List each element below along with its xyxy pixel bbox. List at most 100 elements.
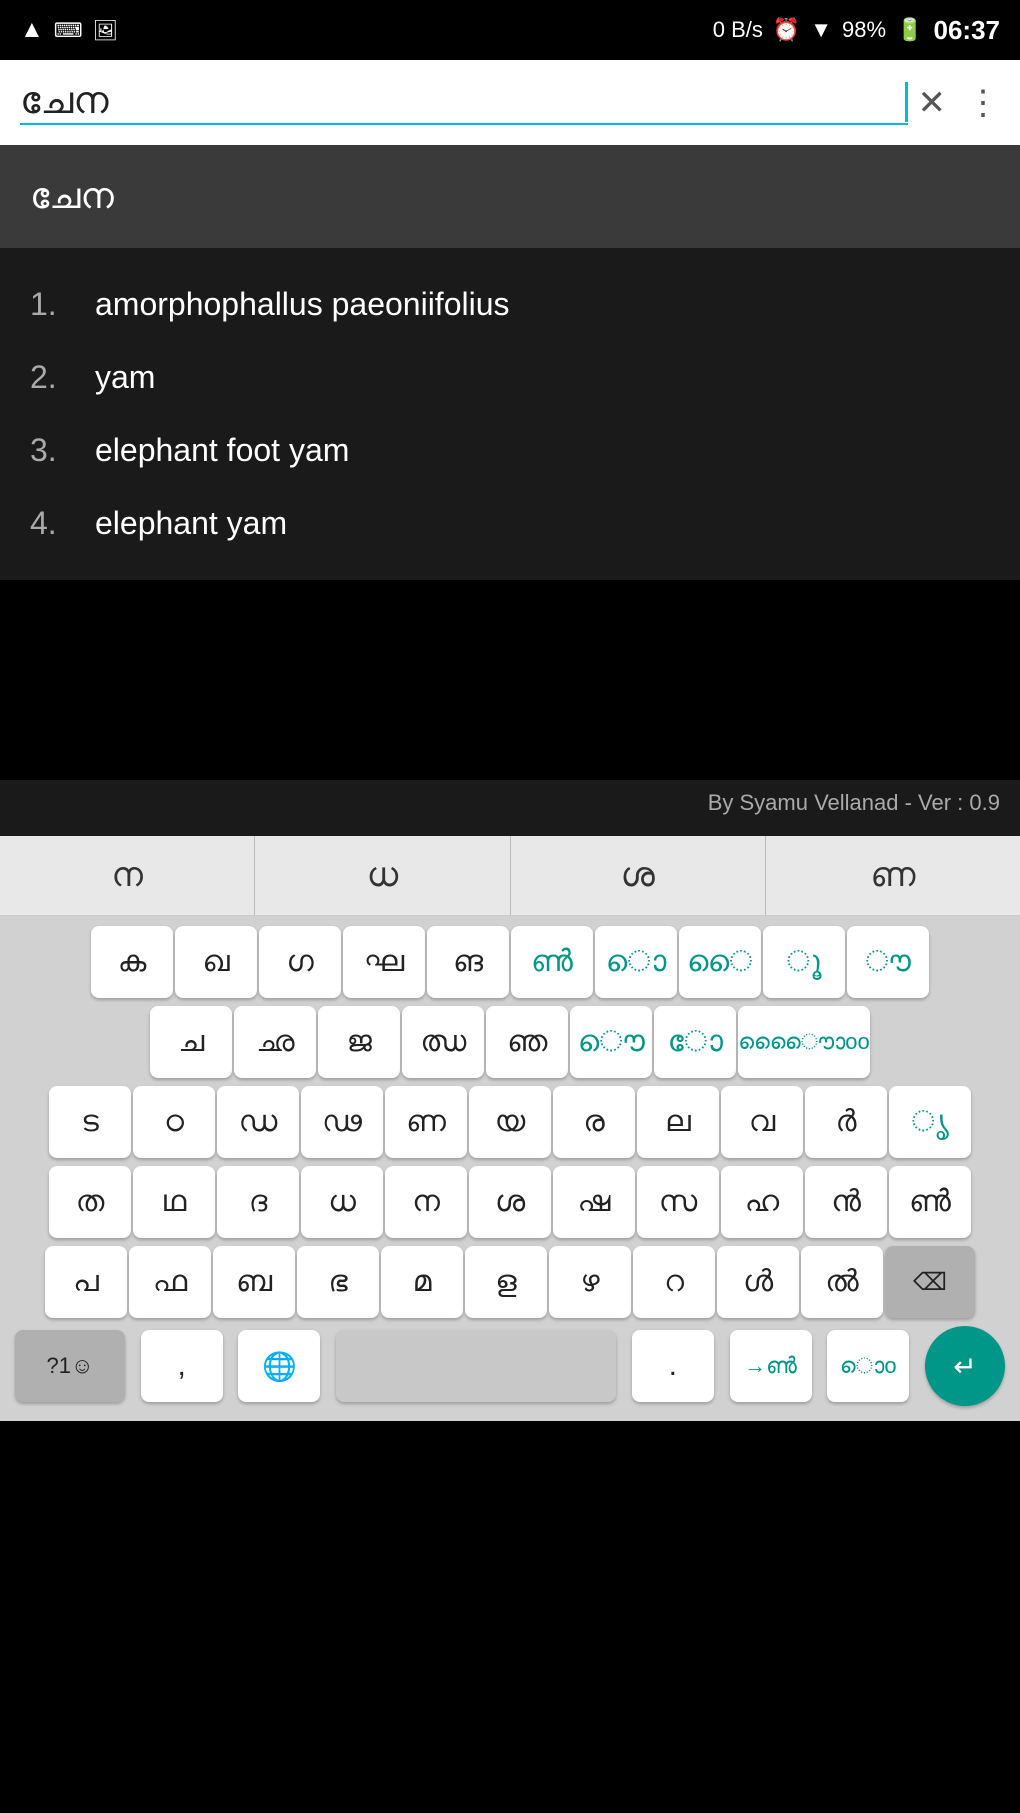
key-oo-matra[interactable]: ോ: [654, 1006, 736, 1078]
status-bar: ▲ ⌨ 🖼 0 B/s ⏰ ▼ 98% 🔋 06:37: [0, 0, 1020, 60]
watermark: By Syamu Vellanad - Ver : 0.9: [0, 780, 1020, 836]
key-dha[interactable]: ധ: [301, 1166, 383, 1238]
alarm-icon: ⏰: [773, 17, 800, 43]
key-na[interactable]: ന: [385, 1166, 467, 1238]
key-cha[interactable]: ഛ: [234, 1006, 316, 1078]
key-row-4: ത ഥ ദ ധ ന ശ ഷ സ ഹ ൻ ൺ: [5, 1166, 1015, 1238]
result-number-2: 2.: [30, 359, 85, 396]
key-chillu-n[interactable]: ൺ: [511, 926, 593, 998]
search-input[interactable]: ചേന: [20, 80, 903, 123]
key-ba[interactable]: ബ: [213, 1246, 295, 1318]
key-dda[interactable]: ഡ: [217, 1086, 299, 1158]
clear-button[interactable]: ✕: [918, 83, 947, 123]
key-bha[interactable]: ഭ: [297, 1246, 379, 1318]
key-uu-matra[interactable]: ൂ: [763, 926, 845, 998]
key-ca[interactable]: ച: [150, 1006, 232, 1078]
key-ha[interactable]: ഹ: [721, 1166, 803, 1238]
key-sa[interactable]: സ: [637, 1166, 719, 1238]
arrow-key[interactable]: →ൺ: [730, 1330, 812, 1402]
key-nna[interactable]: ണ: [385, 1086, 467, 1158]
key-da[interactable]: ദ: [217, 1166, 299, 1238]
result-item-1[interactable]: 1. amorphophallus paeoniifolius: [30, 268, 990, 341]
key-chillu-ll[interactable]: ൾ: [717, 1246, 799, 1318]
suggestion-row: ന ധ ശ ണ: [0, 836, 1020, 916]
battery-text: 98%: [842, 17, 886, 43]
suggestion-dropdown[interactable]: ചേന: [0, 145, 1020, 248]
result-text-3: elephant foot yam: [95, 432, 349, 469]
key-kha[interactable]: ഖ: [175, 926, 257, 998]
keyboard-icon: ⌨: [54, 18, 83, 43]
key-row-bottom: ?1☺ , 🌐 . →ൺ ൊo ↵: [5, 1326, 1015, 1406]
key-ra[interactable]: ര: [553, 1086, 635, 1158]
more-options-button[interactable]: ⋮: [966, 83, 1000, 123]
globe-key[interactable]: 🌐: [238, 1330, 320, 1402]
key-ya[interactable]: യ: [469, 1086, 551, 1158]
key-la[interactable]: ല: [637, 1086, 719, 1158]
keyboard: ക ഖ ഗ ഘ ങ ൺ ൊ ൈ ൂ ൗ ച ഛ ജ ഝ ഞ ൌ ോ ൈൌൊoo …: [0, 916, 1020, 1421]
key-zha[interactable]: ഴ: [549, 1246, 631, 1318]
symbol-key[interactable]: ?1☺: [15, 1330, 125, 1402]
key-o-matra[interactable]: ൊ: [595, 926, 677, 998]
key-jha[interactable]: ഝ: [402, 1006, 484, 1078]
result-item-3[interactable]: 3. elephant foot yam: [30, 414, 990, 487]
key-nga[interactable]: ങ: [427, 926, 509, 998]
key-au2[interactable]: ൌ: [570, 1006, 652, 1078]
period-key[interactable]: .: [632, 1330, 714, 1402]
results-area: 1. amorphophallus paeoniifolius 2. yam 3…: [0, 248, 1020, 580]
key-ga[interactable]: ഗ: [259, 926, 341, 998]
network-speed: 0 B/s: [713, 17, 763, 43]
key-lla[interactable]: ള: [465, 1246, 547, 1318]
key-rra[interactable]: റ: [633, 1246, 715, 1318]
suggestion-item-4[interactable]: ണ: [766, 836, 1020, 915]
suggestion-item-1[interactable]: ന: [0, 836, 255, 915]
search-icons: ✕ ⋮: [918, 83, 1001, 123]
space-key[interactable]: [336, 1330, 616, 1402]
key-ka[interactable]: ക: [91, 926, 173, 998]
result-number-3: 3.: [30, 432, 85, 469]
result-text-2: yam: [95, 359, 155, 396]
backspace-key[interactable]: ⌫: [885, 1246, 975, 1318]
close-icon: ✕: [918, 83, 947, 123]
battery-icon: 🔋: [896, 17, 923, 43]
key-tha[interactable]: ഥ: [133, 1166, 215, 1238]
status-right: 0 B/s ⏰ ▼ 98% 🔋 06:37: [713, 15, 1000, 46]
key-chillu-r[interactable]: ർ: [805, 1086, 887, 1158]
dots-key[interactable]: ൊo: [827, 1330, 909, 1402]
key-row-1: ക ഖ ഗ ഘ ങ ൺ ൊ ൈ ൂ ൗ: [5, 926, 1015, 998]
key-combo1[interactable]: ൈൌൊoo: [738, 1006, 869, 1078]
result-item-4[interactable]: 4. elephant yam: [30, 487, 990, 560]
image-icon: 🖼: [93, 18, 118, 43]
key-row-2: ച ഛ ജ ഝ ഞ ൌ ോ ൈൌൊoo: [5, 1006, 1015, 1078]
key-chillu-l[interactable]: ൽ: [801, 1246, 883, 1318]
suggestion-text[interactable]: ചേന: [30, 175, 114, 216]
comma-key[interactable]: ,: [141, 1330, 223, 1402]
globe-icon: 🌐: [262, 1350, 297, 1383]
key-va[interactable]: വ: [721, 1086, 803, 1158]
key-ai-matra[interactable]: ൈ: [679, 926, 761, 998]
key-gha[interactable]: ഘ: [343, 926, 425, 998]
key-ddha[interactable]: ഢ: [301, 1086, 383, 1158]
key-ja[interactable]: ജ: [318, 1006, 400, 1078]
key-ma[interactable]: മ: [381, 1246, 463, 1318]
result-text-4: elephant yam: [95, 505, 287, 542]
wifi-icon: ▼: [810, 17, 832, 43]
signal-icon: ▲: [20, 16, 44, 44]
result-number-4: 4.: [30, 505, 85, 542]
suggestion-item-2[interactable]: ധ: [255, 836, 510, 915]
key-sha[interactable]: ശ: [469, 1166, 551, 1238]
key-chillu-nn[interactable]: ൺ: [889, 1166, 971, 1238]
key-pa[interactable]: പ: [45, 1246, 127, 1318]
result-item-2[interactable]: 2. yam: [30, 341, 990, 414]
suggestion-item-3[interactable]: ശ: [511, 836, 766, 915]
key-vocalic-r[interactable]: ൃ: [889, 1086, 971, 1158]
key-pha[interactable]: ഫ: [129, 1246, 211, 1318]
key-chillu-n2[interactable]: ൻ: [805, 1166, 887, 1238]
key-tta[interactable]: ട: [49, 1086, 131, 1158]
key-ta[interactable]: ത: [49, 1166, 131, 1238]
key-ssa[interactable]: ഷ: [553, 1166, 635, 1238]
more-icon: ⋮: [966, 83, 1000, 123]
key-ttha[interactable]: ഠ: [133, 1086, 215, 1158]
key-nya[interactable]: ഞ: [486, 1006, 568, 1078]
enter-key[interactable]: ↵: [925, 1326, 1005, 1406]
key-au-matra[interactable]: ൗ: [847, 926, 929, 998]
